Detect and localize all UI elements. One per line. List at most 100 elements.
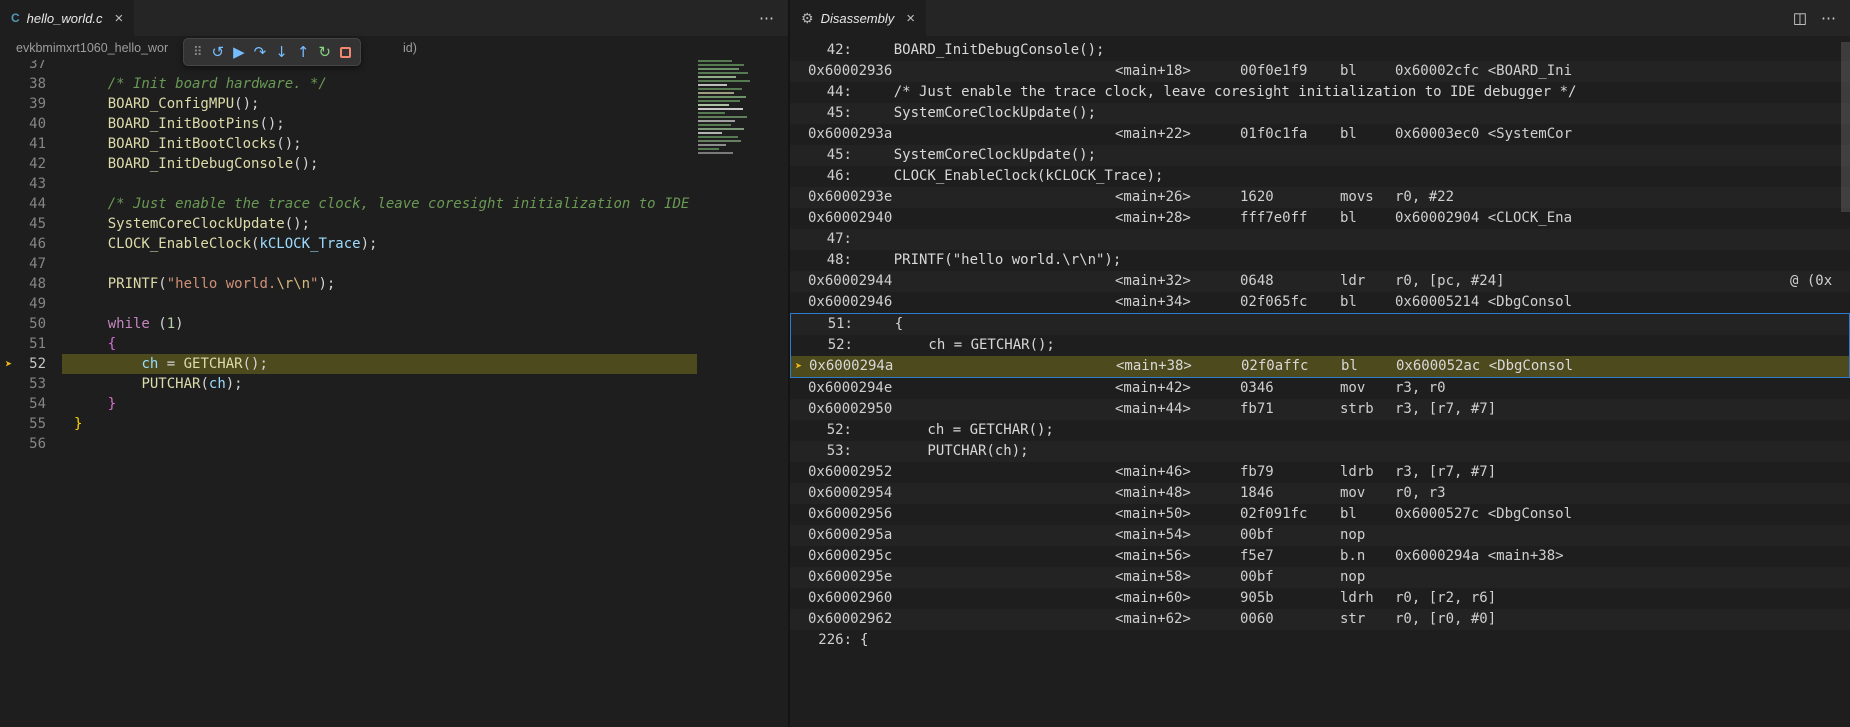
tab-hello-world-c[interactable]: C hello_world.c ×	[0, 0, 134, 36]
disasm-source-row[interactable]: 44: /* Just enable the trace clock, leav…	[790, 82, 1850, 103]
code-line-40[interactable]: 40 BOARD_InitBootPins();	[0, 114, 697, 134]
stop-button[interactable]	[340, 47, 351, 58]
disasm-source-row[interactable]: 45: SystemCoreClockUpdate();	[790, 103, 1850, 124]
disasm-instruction-row[interactable]: 0x60002944<main+32>0648ldrr0, [pc, #24]@…	[790, 271, 1850, 292]
disasm-instruction-row[interactable]: 0x60002962<main+62>0060strr0, [r0, #0]	[790, 609, 1850, 630]
operands: 0x60003ec0 <SystemCor	[1395, 124, 1572, 145]
disasm-source-row[interactable]: 47:	[790, 229, 1850, 250]
disasm-instruction-row[interactable]: 0x6000295a<main+54>00bfnop	[790, 525, 1850, 546]
line-number[interactable]: 53	[0, 374, 46, 394]
code-text: while (1)	[74, 314, 184, 334]
reset-device-button[interactable]: ↺	[212, 45, 225, 60]
code-line-47[interactable]: 47	[0, 254, 697, 274]
code-line-39[interactable]: 39 BOARD_ConfigMPU();	[0, 94, 697, 114]
disasm-source-row[interactable]: 48: PRINTF("hello world.\r\n");	[790, 250, 1850, 271]
token: ch	[141, 356, 158, 372]
line-number[interactable]: 41	[0, 134, 46, 154]
split-editor-icon[interactable]: ◫	[1793, 9, 1807, 27]
line-number[interactable]: 56	[0, 434, 46, 454]
line-number[interactable]: 44	[0, 194, 46, 214]
step-into-button[interactable]: ↓	[275, 45, 288, 60]
disasm-instruction-row[interactable]: 0x6000294e<main+42>0346movr3, r0	[790, 378, 1850, 399]
continue-button[interactable]: ▶	[233, 45, 245, 60]
line-number[interactable]: 46	[0, 234, 46, 254]
disasm-source-row[interactable]: 52: ch = GETCHAR();	[790, 420, 1850, 441]
line-number[interactable]: 39	[0, 94, 46, 114]
line-number[interactable]: 38	[0, 74, 46, 94]
token: /* Init board hardware. */	[108, 76, 327, 92]
code-line-42[interactable]: 42 BOARD_InitDebugConsole();	[0, 154, 697, 174]
disasm-source-row[interactable]: 53: PUTCHAR(ch);	[790, 441, 1850, 462]
more-actions-icon[interactable]: ⋯	[759, 9, 774, 27]
function-offset: <main+34>	[1115, 292, 1240, 313]
code-line-53[interactable]: 53 PUTCHAR(ch);	[0, 374, 697, 394]
code-text: BOARD_InitBootClocks();	[74, 134, 302, 154]
disasm-source-row[interactable]: 42: BOARD_InitDebugConsole();	[790, 40, 1850, 61]
code-line-56[interactable]: 56	[0, 434, 697, 454]
disasm-instruction-row[interactable]: 0x60002950<main+44>fb71strbr3, [r7, #7]	[790, 399, 1850, 420]
line-number[interactable]: 48	[0, 274, 46, 294]
disasm-source-row[interactable]: 46: CLOCK_EnableClock(kCLOCK_Trace);	[790, 166, 1850, 187]
breadcrumb-symbol-tail[interactable]: id)	[403, 41, 417, 55]
disassembly-tab-bar: ⚙ Disassembly × ◫ ⋯	[790, 0, 1850, 36]
line-number[interactable]: 43	[0, 174, 46, 194]
disasm-source-row[interactable]: 45: SystemCoreClockUpdate();	[790, 145, 1850, 166]
code-line-38[interactable]: 38 /* Init board hardware. */	[0, 74, 697, 94]
disasm-instruction-row[interactable]: 0x60002956<main+50>02f091fcbl0x6000527c …	[790, 504, 1850, 525]
close-tab-icon[interactable]: ×	[115, 10, 124, 27]
opcode-bytes: 00f0e1f9	[1240, 61, 1340, 82]
disasm-instruction-row[interactable]: 0x6000293a<main+22>01f0c1fabl0x60003ec0 …	[790, 124, 1850, 145]
line-number[interactable]: 40	[0, 114, 46, 134]
line-number[interactable]: 42	[0, 154, 46, 174]
disasm-instruction-row[interactable]: 0x60002952<main+46>fb79ldrbr3, [r7, #7]	[790, 462, 1850, 483]
step-out-button[interactable]: ↑	[297, 45, 310, 60]
disasm-instruction-row[interactable]: 0x60002936<main+18>00f0e1f9bl0x60002cfc …	[790, 61, 1850, 82]
tab-disassembly[interactable]: ⚙ Disassembly ×	[790, 0, 926, 36]
restart-button[interactable]: ↻	[318, 45, 331, 60]
scrollbar[interactable]	[1841, 42, 1850, 212]
breadcrumb-project[interactable]: evkbmimxrt1060_hello_wor	[16, 41, 168, 55]
disasm-instruction-row[interactable]: 0x60002954<main+48>1846movr0, r3	[790, 483, 1850, 504]
code-line-50[interactable]: 50 while (1)	[0, 314, 697, 334]
code-line-46[interactable]: 46 CLOCK_EnableClock(kCLOCK_Trace);	[0, 234, 697, 254]
disasm-source-row[interactable]: 51: {	[791, 314, 1849, 335]
code-line-45[interactable]: 45 SystemCoreClockUpdate();	[0, 214, 697, 234]
function-offset: <main+44>	[1115, 399, 1240, 420]
line-number[interactable]: 51	[0, 334, 46, 354]
token: ();	[234, 96, 259, 112]
step-over-button[interactable]: ↷	[254, 45, 267, 60]
token: ();	[293, 156, 318, 172]
code-line-43[interactable]: 43	[0, 174, 697, 194]
disasm-instruction-row[interactable]: 0x6000293e<main+26>1620movsr0, #22	[790, 187, 1850, 208]
code-line-55[interactable]: 55}	[0, 414, 697, 434]
token	[74, 316, 108, 332]
line-number[interactable]: 45	[0, 214, 46, 234]
source-line-number: 44:	[808, 82, 852, 103]
disasm-instruction-row[interactable]: 0x6000295e<main+58>00bfnop	[790, 567, 1850, 588]
disasm-instruction-row[interactable]: 0x60002946<main+34>02f065fcbl0x60005214 …	[790, 292, 1850, 313]
function-offset: <main+58>	[1115, 567, 1240, 588]
line-number[interactable]: 50	[0, 314, 46, 334]
code-line-48[interactable]: 48 PRINTF("hello world.\r\n");	[0, 274, 697, 294]
code-line-41[interactable]: 41 BOARD_InitBootClocks();	[0, 134, 697, 154]
code-line-52[interactable]: ➤52 ch = GETCHAR();	[0, 354, 697, 374]
disasm-source-row[interactable]: 226:{	[790, 630, 1850, 651]
line-number[interactable]: 37	[0, 60, 46, 74]
drag-handle[interactable]: ⠿	[193, 46, 203, 59]
line-number[interactable]: 54	[0, 394, 46, 414]
disasm-instruction-row[interactable]: 0x60002940<main+28>fff7e0ffbl0x60002904 …	[790, 208, 1850, 229]
code-line-54[interactable]: 54 }	[0, 394, 697, 414]
disasm-instruction-row[interactable]: 0x60002960<main+60>905bldrhr0, [r2, r6]	[790, 588, 1850, 609]
code-line-51[interactable]: 51 {	[0, 334, 697, 354]
code-line-44[interactable]: 44 /* Just enable the trace clock, leave…	[0, 194, 697, 214]
line-number[interactable]: 49	[0, 294, 46, 314]
minimap[interactable]	[698, 58, 760, 156]
disasm-source-row[interactable]: 52: ch = GETCHAR();	[791, 335, 1849, 356]
line-number[interactable]: 55	[0, 414, 46, 434]
more-actions-icon[interactable]: ⋯	[1821, 9, 1836, 27]
close-tab-icon[interactable]: ×	[906, 10, 915, 27]
disasm-instruction-row[interactable]: 0x6000295c<main+56>f5e7b.n0x6000294a <ma…	[790, 546, 1850, 567]
code-line-49[interactable]: 49	[0, 294, 697, 314]
line-number[interactable]: 47	[0, 254, 46, 274]
disasm-instruction-row[interactable]: ➤0x6000294a<main+38>02f0affcbl0x600052ac…	[791, 356, 1849, 377]
